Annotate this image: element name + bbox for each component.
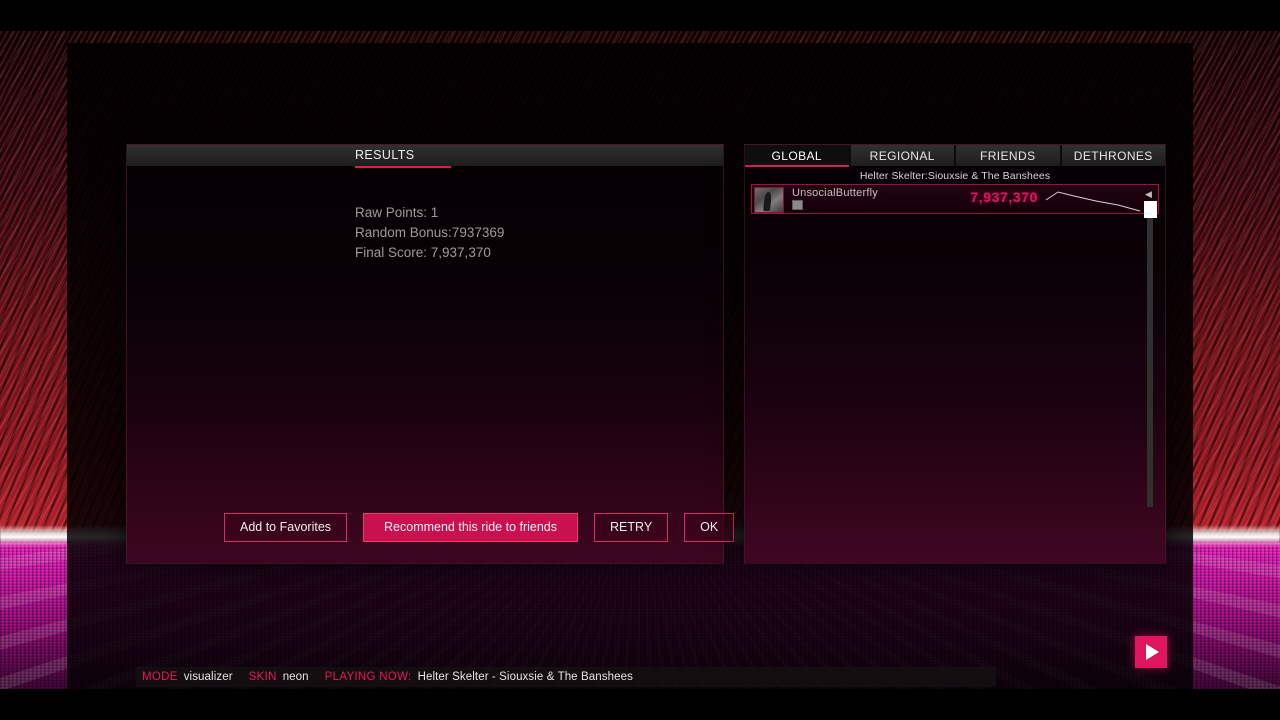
status-skin-value: neon: [282, 671, 309, 683]
leaderboard-tabs: GLOBAL REGIONAL FRIENDS DETHRONES: [745, 145, 1165, 167]
status-playing-label: PLAYING NOW:: [324, 671, 412, 683]
play-button[interactable]: [1135, 636, 1167, 668]
scrollbar-track[interactable]: [1147, 207, 1153, 507]
table-row[interactable]: UnsocialButterfly 7,937,370: [751, 184, 1159, 214]
raw-points-line: Raw Points: 1: [355, 205, 439, 220]
add-to-favorites-button[interactable]: Add to Favorites: [224, 512, 348, 542]
tab-global[interactable]: GLOBAL: [745, 145, 851, 167]
status-playing-value: Helter Skelter - Siouxsie & The Banshees: [417, 671, 633, 683]
letterbox-bottom: [0, 689, 1280, 720]
results-panel: RESULTS Raw Points: 1 Random Bonus:79373…: [126, 144, 735, 564]
retry-button[interactable]: RETRY: [594, 512, 669, 542]
score-sparkline-chart: [1045, 191, 1141, 212]
leaderboard-track-title: Helter Skelter:Siouxsie & The Banshees: [859, 170, 1051, 182]
ok-button[interactable]: OK: [684, 512, 735, 542]
tab-dethrones[interactable]: DETHRONES: [1061, 145, 1165, 166]
tab-regional[interactable]: REGIONAL: [850, 145, 956, 166]
status-skin-label: SKIN: [248, 671, 277, 683]
status-mode-value: visualizer: [183, 671, 233, 683]
country-flag-icon: [792, 200, 803, 210]
avatar: [754, 187, 784, 213]
avatar-silhouette: [763, 192, 772, 211]
player-score: 7,937,370: [970, 189, 1038, 205]
results-panel-body: Raw Points: 1 Random Bonus:7937369 Final…: [127, 167, 735, 564]
status-mode-label: MODE: [142, 671, 178, 683]
letterbox-top: [0, 0, 1280, 31]
scroll-up-arrow-icon[interactable]: ◀: [1145, 189, 1155, 199]
play-icon: [1146, 644, 1159, 660]
random-bonus-line: Random Bonus:7937369: [355, 225, 505, 240]
leaderboard-scrollbar[interactable]: ◀: [1144, 189, 1157, 667]
tab-friends[interactable]: FRIENDS: [956, 145, 1062, 166]
status-bar: MODE visualizer SKIN neon PLAYING NOW: H…: [136, 667, 996, 687]
results-action-bar: Add to Favorites Recommend this ride to …: [224, 512, 735, 542]
scrollbar-thumb[interactable]: [1144, 201, 1157, 218]
final-score-line: Final Score: 7,937,370: [355, 245, 491, 260]
page-title: RESULTS: [355, 148, 415, 162]
player-name: UnsocialButterfly: [792, 187, 878, 199]
game-screen: RESULTS Raw Points: 1 Random Bonus:79373…: [0, 0, 1280, 720]
recommend-ride-button[interactable]: Recommend this ride to friends: [363, 512, 579, 542]
results-panel-header: RESULTS: [127, 145, 723, 168]
leaderboard-panel: GLOBAL REGIONAL FRIENDS DETHRONES Helter…: [744, 144, 1166, 564]
score-breakdown: Raw Points: 1 Random Bonus:7937369 Final…: [355, 203, 504, 263]
